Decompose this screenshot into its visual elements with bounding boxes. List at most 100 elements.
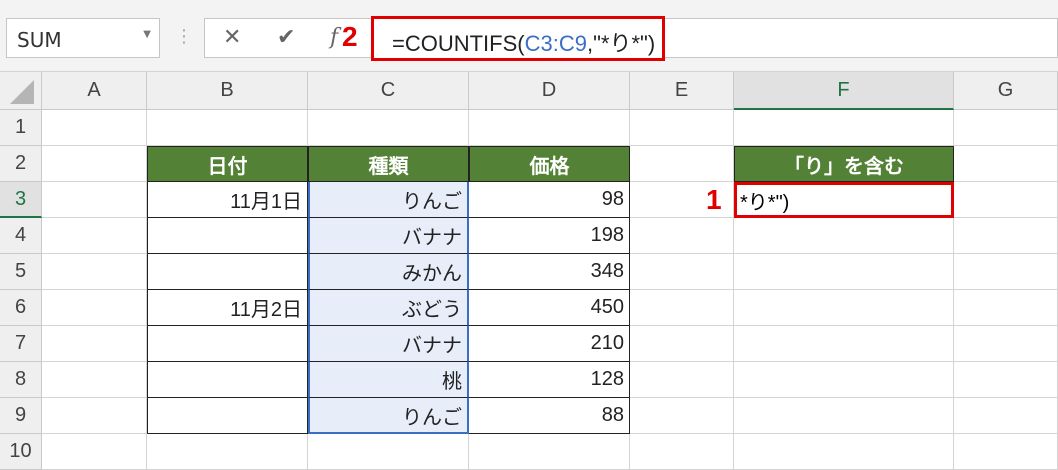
type-cell[interactable]: バナナ (308, 326, 469, 362)
cell-e5[interactable] (630, 254, 734, 290)
cell-f10[interactable] (734, 434, 954, 470)
date-cell[interactable]: 11月1日 (147, 182, 308, 218)
type-cell[interactable]: みかん (308, 254, 469, 290)
cell-g7[interactable] (954, 326, 1058, 362)
date-cell[interactable] (147, 362, 308, 398)
cell-d10[interactable] (469, 434, 630, 470)
cell-f6[interactable] (734, 290, 954, 326)
price-cell[interactable]: 128 (469, 362, 630, 398)
cell-g6[interactable] (954, 290, 1058, 326)
cell-a8[interactable] (42, 362, 147, 398)
cell-g1[interactable] (954, 110, 1058, 146)
cell-a9[interactable] (42, 398, 147, 434)
formula-input[interactable]: =COUNTIFS(C3:C9,"*り*") (371, 16, 665, 61)
price-cell[interactable]: 348 (469, 254, 630, 290)
cell-e4[interactable] (630, 218, 734, 254)
date-cell[interactable] (147, 326, 308, 362)
cell-f9[interactable] (734, 398, 954, 434)
row-header-4[interactable]: 4 (0, 218, 42, 254)
column-header-c[interactable]: C (308, 72, 469, 110)
cell-a7[interactable] (42, 326, 147, 362)
row-header-1[interactable]: 1 (0, 110, 42, 146)
cell-f1[interactable] (734, 110, 954, 146)
row-header-6[interactable]: 6 (0, 290, 42, 326)
column-header-g[interactable]: G (954, 72, 1058, 110)
column-header-f[interactable]: F (734, 72, 954, 110)
price-cell[interactable]: 210 (469, 326, 630, 362)
formula-toolbar: SUM ▼ ⋮ ✕ ✔ f 2 =COUNTIFS(C3:C9,"*り*") (0, 0, 1058, 72)
cell-e9[interactable] (630, 398, 734, 434)
cell-a10[interactable] (42, 434, 147, 470)
date-cell[interactable] (147, 398, 308, 434)
cell-g2[interactable] (954, 146, 1058, 182)
name-box[interactable]: SUM ▼ (6, 18, 160, 58)
table-header[interactable]: 価格 (469, 146, 630, 182)
formula-prefix: =COUNTIFS( (392, 31, 525, 56)
row-header-9[interactable]: 9 (0, 398, 42, 434)
formula-input-extension[interactable] (665, 18, 1058, 58)
cell-c1[interactable] (308, 110, 469, 146)
chevron-down-icon[interactable]: ▼ (143, 29, 151, 40)
row-header-3[interactable]: 3 (0, 182, 42, 218)
cell-g5[interactable] (954, 254, 1058, 290)
row-header-7[interactable]: 7 (0, 326, 42, 362)
cell-a2[interactable] (42, 146, 147, 182)
table-header[interactable]: 日付 (147, 146, 308, 182)
drag-handle-icon[interactable]: ⋮ (175, 26, 193, 47)
cell-e8[interactable] (630, 362, 734, 398)
cell-d1[interactable] (469, 110, 630, 146)
cell-e10[interactable] (630, 434, 734, 470)
cell-g3[interactable] (954, 182, 1058, 218)
cell-a6[interactable] (42, 290, 147, 326)
cell-f7[interactable] (734, 326, 954, 362)
cell-g4[interactable] (954, 218, 1058, 254)
column-header-d[interactable]: D (469, 72, 630, 110)
cell-f4[interactable] (734, 218, 954, 254)
cell-e7[interactable] (630, 326, 734, 362)
cell-a5[interactable] (42, 254, 147, 290)
column-header-a[interactable]: A (42, 72, 147, 110)
cell-g8[interactable] (954, 362, 1058, 398)
type-cell[interactable]: りんご (308, 182, 469, 218)
column-header-e[interactable]: E (630, 72, 734, 110)
cell-a4[interactable] (42, 218, 147, 254)
select-all-corner[interactable] (0, 72, 42, 110)
cell-e1[interactable] (630, 110, 734, 146)
cell-g9[interactable] (954, 398, 1058, 434)
cell-g10[interactable] (954, 434, 1058, 470)
date-cell[interactable] (147, 254, 308, 290)
cancel-icon[interactable]: ✕ (223, 25, 241, 50)
formula-buttons: ✕ ✔ f 2 (204, 18, 374, 58)
check-icon[interactable]: ✔ (277, 25, 295, 50)
price-cell[interactable]: 198 (469, 218, 630, 254)
cell-f3-editing[interactable]: *り*") (734, 182, 954, 218)
date-cell[interactable]: 11月2日 (147, 290, 308, 326)
type-cell[interactable]: 桃 (308, 362, 469, 398)
type-cell[interactable]: ぶどう (308, 290, 469, 326)
column-header-b[interactable]: B (147, 72, 308, 110)
type-cell[interactable]: バナナ (308, 218, 469, 254)
price-cell[interactable]: 450 (469, 290, 630, 326)
cell-b1[interactable] (147, 110, 308, 146)
cell-f5[interactable] (734, 254, 954, 290)
row-header-2[interactable]: 2 (0, 146, 42, 182)
price-cell[interactable]: 98 (469, 182, 630, 218)
f-header[interactable]: 「り」を含む (734, 146, 954, 182)
function-icon[interactable]: f (330, 25, 338, 50)
row-header-8[interactable]: 8 (0, 362, 42, 398)
type-cell[interactable]: りんご (308, 398, 469, 434)
cell-a3[interactable] (42, 182, 147, 218)
row-header-10[interactable]: 10 (0, 434, 42, 470)
table-header[interactable]: 種類 (308, 146, 469, 182)
cell-c10[interactable] (308, 434, 469, 470)
cell-b10[interactable] (147, 434, 308, 470)
cell-e2[interactable] (630, 146, 734, 182)
row-header-5[interactable]: 5 (0, 254, 42, 290)
annotation-1: 1 (706, 184, 722, 215)
price-cell[interactable]: 88 (469, 398, 630, 434)
formula-ref: C3:C9 (524, 31, 587, 56)
date-cell[interactable] (147, 218, 308, 254)
cell-f8[interactable] (734, 362, 954, 398)
cell-a1[interactable] (42, 110, 147, 146)
cell-e6[interactable] (630, 290, 734, 326)
